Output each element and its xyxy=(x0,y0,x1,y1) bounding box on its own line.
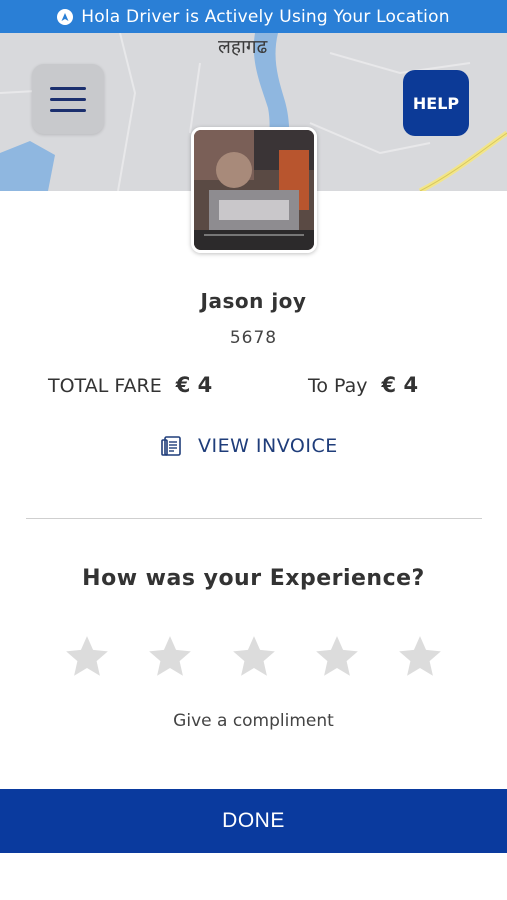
to-pay-label: To Pay xyxy=(308,375,368,397)
location-status-bar: Hola Driver is Actively Using Your Locat… xyxy=(0,0,507,33)
location-status-text: Hola Driver is Actively Using Your Locat… xyxy=(81,6,450,27)
star-icon-4[interactable] xyxy=(312,632,362,682)
section-divider xyxy=(26,518,482,519)
map-place-label: लहागढ xyxy=(218,36,268,58)
give-compliment-link[interactable]: Give a compliment xyxy=(0,711,507,731)
menu-button[interactable] xyxy=(32,64,104,134)
hamburger-bar xyxy=(50,97,86,101)
hamburger-menu-icon xyxy=(50,86,86,90)
experience-title: How was your Experience? xyxy=(82,566,425,591)
location-arrow-icon xyxy=(57,8,74,25)
star-icon-5[interactable] xyxy=(395,632,445,682)
star-rating[interactable] xyxy=(62,632,445,682)
star-icon-1[interactable] xyxy=(62,632,112,682)
star-icon-3[interactable] xyxy=(229,632,279,682)
view-invoice-link[interactable]: VIEW INVOICE xyxy=(160,434,338,458)
total-fare: TOTAL FARE € 4 xyxy=(48,373,212,397)
total-fare-amount: € 4 xyxy=(175,373,213,397)
star-icon-2[interactable] xyxy=(145,632,195,682)
to-pay: To Pay € 4 xyxy=(308,373,418,397)
driver-name: Jason joy xyxy=(200,289,307,313)
invoice-document-icon xyxy=(161,436,181,456)
view-invoice-label: VIEW INVOICE xyxy=(198,435,338,457)
driver-avatar xyxy=(191,127,317,253)
driver-photo xyxy=(194,130,314,250)
done-button[interactable]: DONE xyxy=(0,789,507,853)
to-pay-amount: € 4 xyxy=(381,373,419,397)
total-fare-label: TOTAL FARE xyxy=(48,375,162,397)
driver-id: 5678 xyxy=(229,328,278,348)
hamburger-bar xyxy=(50,108,86,112)
help-button[interactable]: HELP xyxy=(403,70,469,136)
